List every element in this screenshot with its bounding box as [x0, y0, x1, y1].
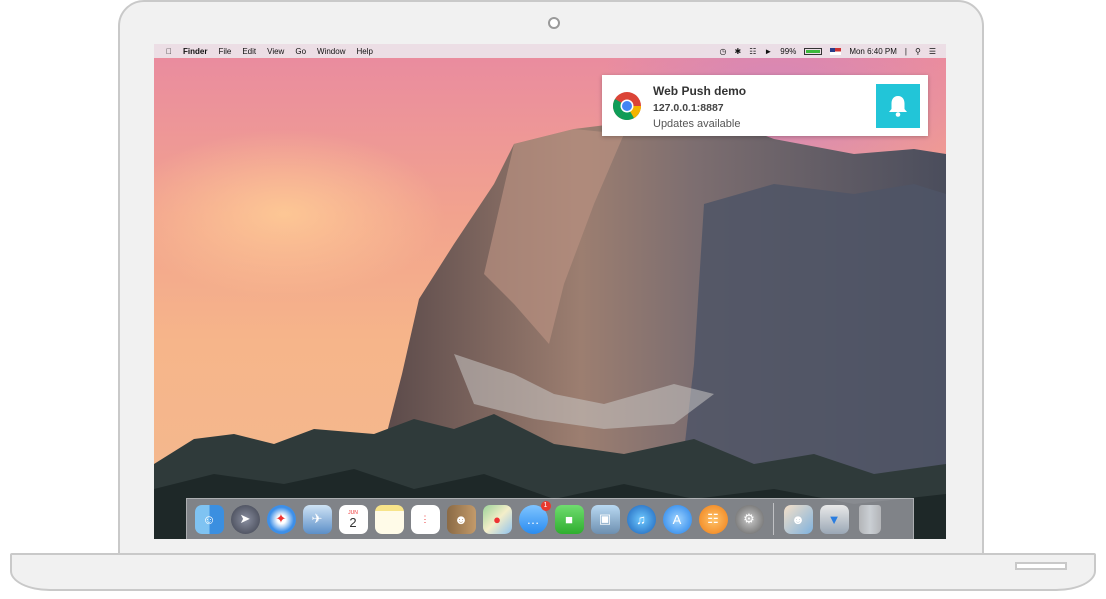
preview-icon[interactable]: ▣ — [590, 504, 620, 534]
itunes-icon[interactable]: ♫ — [626, 504, 656, 534]
web-push-notification[interactable]: Web Push demo 127.0.0.1:8887 Updates ava… — [602, 75, 928, 136]
messages-icon[interactable]: … 1 — [518, 500, 551, 534]
menu-go[interactable]: Go — [295, 47, 306, 56]
facetime-icon[interactable]: ■ — [554, 504, 584, 534]
mail-icon[interactable]: ✈ — [302, 504, 332, 534]
battery-percent: 99% — [780, 46, 797, 56]
messages-badge: 1 — [540, 500, 551, 511]
menu-help[interactable]: Help — [356, 47, 372, 56]
menu-window[interactable]: Window — [317, 47, 345, 56]
clock[interactable]: Mon 6:40 PM — [849, 47, 897, 56]
list-icon[interactable]: ☰ — [929, 47, 936, 56]
trash-icon[interactable] — [859, 504, 881, 534]
contacts-icon[interactable]: ☻ — [446, 504, 476, 534]
battery-icon[interactable] — [804, 47, 823, 55]
bell-glyph — [889, 96, 907, 117]
launchpad-icon[interactable]: ➤ — [230, 504, 260, 534]
time-machine-icon[interactable]: ◷ — [720, 47, 727, 56]
notification-body: Updates available — [653, 118, 741, 130]
reminders-icon[interactable]: ⋮ — [410, 504, 440, 534]
finder-icon[interactable]: ☺ — [194, 504, 224, 534]
camera — [548, 17, 560, 29]
menu-finder[interactable]: Finder — [183, 47, 207, 56]
laptop-base — [10, 553, 1096, 591]
menu-bar:  Finder File Edit View Go Window Help ◷… — [154, 44, 946, 58]
laptop-notch — [1015, 562, 1067, 570]
system-preferences-icon[interactable]: ⚙ — [734, 504, 764, 534]
downloads-icon[interactable]: ▼ — [819, 504, 849, 534]
volume-icon[interactable]: ► — [764, 47, 772, 56]
search-icon[interactable]: ⚲ — [915, 47, 921, 56]
photos-folder-icon[interactable]: ☻ — [783, 504, 813, 534]
calendar-icon[interactable]: JUN 2 — [338, 504, 368, 534]
menu-edit[interactable]: Edit — [242, 47, 256, 56]
calendar-day: 2 — [349, 514, 357, 530]
maps-icon[interactable]: ● — [482, 504, 512, 534]
dock-separator — [773, 503, 774, 535]
apple-icon[interactable]:  — [166, 47, 172, 56]
flag-icon[interactable] — [830, 47, 842, 55]
ibooks-icon[interactable]: ☷ — [698, 504, 728, 534]
bell-icon[interactable] — [876, 84, 920, 128]
dock: ☺ ➤ ✦ ✈ JUN 2 ⋮ ☻ ● … 1 ■ ▣ ♫ A ☷ ⚙ ☻ ▼ — [186, 498, 914, 539]
chrome-icon — [613, 92, 641, 120]
notes-icon[interactable] — [374, 504, 404, 534]
wifi-icon[interactable]: ☷ — [749, 47, 756, 56]
menu-view[interactable]: View — [267, 47, 284, 56]
notification-origin: 127.0.0.1:8887 — [653, 102, 724, 114]
bluetooth-icon[interactable]: ✱ — [735, 47, 742, 56]
separator: | — [904, 46, 907, 56]
notification-title: Web Push demo — [653, 84, 747, 98]
app-store-icon[interactable]: A — [662, 504, 692, 534]
desktop-screen:  Finder File Edit View Go Window Help ◷… — [154, 44, 946, 539]
menu-file[interactable]: File — [218, 47, 231, 56]
safari-icon[interactable]: ✦ — [266, 504, 296, 534]
battery-fill — [806, 49, 821, 53]
